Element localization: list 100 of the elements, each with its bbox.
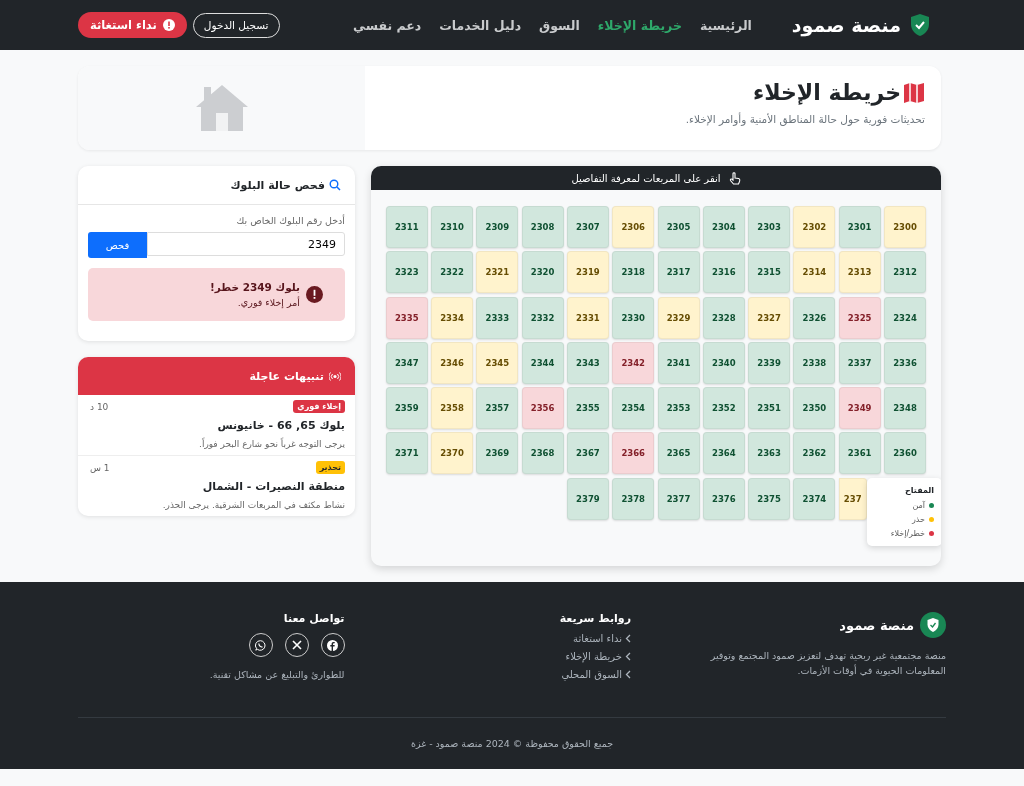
map-block[interactable]: 2346 — [431, 341, 474, 384]
map-block[interactable]: 2379 — [566, 477, 609, 520]
map-block[interactable]: 2338 — [793, 341, 836, 384]
map-block[interactable]: 2326 — [793, 296, 836, 339]
map-block[interactable]: 2365 — [657, 432, 700, 475]
map-block[interactable]: 2300 — [884, 206, 926, 248]
map-block[interactable]: 2310 — [431, 206, 474, 248]
map-block[interactable]: 2307 — [566, 206, 609, 248]
map-block[interactable]: 2345 — [476, 341, 519, 384]
map-block[interactable]: 2378 — [612, 477, 655, 520]
map-block[interactable]: 2302 — [793, 206, 836, 248]
map-block[interactable]: 2355 — [566, 387, 609, 430]
footer-heading: روابط سريعة — [558, 612, 631, 625]
map-block[interactable]: 2311 — [385, 206, 428, 248]
map-block[interactable]: 2334 — [431, 296, 474, 339]
map-block[interactable]: 2330 — [612, 296, 655, 339]
map-block[interactable]: 2364 — [702, 432, 745, 475]
result-text: أمر إخلاء فوري. — [236, 297, 300, 308]
map-block[interactable]: 237 — [838, 477, 867, 520]
map-block[interactable]: 2371 — [385, 432, 428, 475]
nav-link[interactable]: دليل الخدمات — [439, 17, 522, 33]
map-block[interactable]: 2366 — [612, 432, 655, 475]
map-block[interactable]: 2352 — [702, 387, 745, 430]
map-block[interactable]: 2308 — [521, 206, 564, 248]
map-block[interactable]: 2317 — [657, 251, 700, 294]
map-block[interactable]: 2359 — [385, 387, 428, 430]
map-block[interactable]: 2337 — [838, 341, 881, 384]
map-block[interactable]: 2328 — [702, 296, 745, 339]
nav-link[interactable]: خريطة الإخلاء — [597, 17, 682, 33]
map-icon — [903, 82, 925, 103]
map-block[interactable]: 2369 — [476, 432, 519, 475]
map-block[interactable]: 2325 — [838, 296, 881, 339]
map-block[interactable]: 2351 — [748, 387, 791, 430]
map-block[interactable]: 2323 — [385, 251, 428, 294]
block-number-field[interactable]: 2349 — [147, 232, 345, 256]
footer-link[interactable]: نداء استغاثة — [364, 633, 631, 644]
map-block[interactable]: 2340 — [702, 341, 745, 384]
map-block[interactable]: 2343 — [566, 341, 609, 384]
map-block[interactable]: 2301 — [838, 206, 881, 248]
map-block[interactable]: 2322 — [431, 251, 474, 294]
map-block[interactable]: 2342 — [612, 341, 655, 384]
map-block[interactable]: 2362 — [793, 432, 836, 475]
map-block[interactable]: 2356 — [521, 387, 564, 430]
map-block[interactable]: 2354 — [612, 387, 655, 430]
map-block[interactable]: 2363 — [748, 432, 791, 475]
map-block[interactable]: 2303 — [748, 206, 791, 248]
map-block[interactable]: 2316 — [702, 251, 745, 294]
footer-link[interactable]: السوق المحلي — [364, 669, 631, 680]
map-block[interactable]: 2350 — [793, 387, 836, 430]
map-block[interactable]: 2339 — [748, 341, 791, 384]
sos-button[interactable]: نداء استغاثة — [78, 12, 187, 38]
map-block[interactable]: 2374 — [793, 477, 836, 520]
map-block[interactable]: 2327 — [748, 296, 791, 339]
map-block[interactable]: 2309 — [476, 206, 519, 248]
map-block[interactable]: 2348 — [884, 387, 926, 430]
footer-link[interactable]: خريطة الإخلاء — [364, 651, 631, 662]
map-block[interactable]: 2347 — [385, 341, 428, 384]
alert-text: نشاط مكثف في المربعات الشرقية. يرجى الحذر. — [161, 500, 345, 510]
map-block[interactable]: 2377 — [657, 477, 700, 520]
map-block[interactable]: 2368 — [521, 432, 564, 475]
map-block[interactable]: 2305 — [657, 206, 700, 248]
map-block[interactable]: 2324 — [884, 296, 926, 339]
map-block[interactable]: 2360 — [884, 432, 926, 475]
map-block[interactable]: 2312 — [884, 251, 926, 294]
map-block[interactable]: 2375 — [748, 477, 791, 520]
result-title: بلوك 2349 خطر! — [209, 281, 300, 293]
map-block[interactable]: 2315 — [748, 251, 791, 294]
map-block[interactable]: 2353 — [657, 387, 700, 430]
map-block[interactable]: 2335 — [385, 296, 428, 339]
check-button[interactable]: فحص — [88, 232, 147, 258]
map-block[interactable]: 2306 — [612, 206, 655, 248]
map-block[interactable]: 2341 — [657, 341, 700, 384]
map-block[interactable]: 2367 — [566, 432, 609, 475]
map-block[interactable]: 2332 — [521, 296, 564, 339]
map-block[interactable]: 2304 — [702, 206, 745, 248]
map-block[interactable]: 2313 — [838, 251, 881, 294]
map-hint: انقر على المربعات لمعرفة التفاصيل — [571, 172, 721, 184]
map-block[interactable]: 2331 — [566, 296, 609, 339]
nav-link[interactable]: الرئيسية — [699, 17, 752, 33]
map-block[interactable]: 2318 — [612, 251, 655, 294]
map-block[interactable]: 2314 — [793, 251, 836, 294]
exclamation-icon — [306, 286, 323, 303]
map-block[interactable]: 2344 — [521, 341, 564, 384]
map-block[interactable]: 2321 — [476, 251, 519, 294]
nav-link[interactable]: السوق — [539, 17, 580, 33]
map-block[interactable]: 2358 — [431, 387, 474, 430]
map-block[interactable]: 2361 — [838, 432, 881, 475]
map-block[interactable]: 2320 — [521, 251, 564, 294]
nav-link[interactable]: دعم نفسي — [353, 17, 422, 33]
map-block[interactable]: 2349 — [838, 387, 881, 430]
map-block[interactable]: 2319 — [566, 251, 609, 294]
map-block[interactable]: 2370 — [431, 432, 474, 475]
alerts-title: تنبيهات عاجلة — [249, 369, 324, 383]
brand-name[interactable]: منصة صمود — [791, 14, 901, 36]
map-block[interactable]: 2329 — [657, 296, 700, 339]
map-block[interactable]: 2376 — [702, 477, 745, 520]
map-block[interactable]: 2333 — [476, 296, 519, 339]
field-label: أدخل رقم البلوك الخاص بك — [235, 215, 345, 226]
map-block[interactable]: 2357 — [476, 387, 519, 430]
map-block[interactable]: 2336 — [884, 341, 926, 384]
